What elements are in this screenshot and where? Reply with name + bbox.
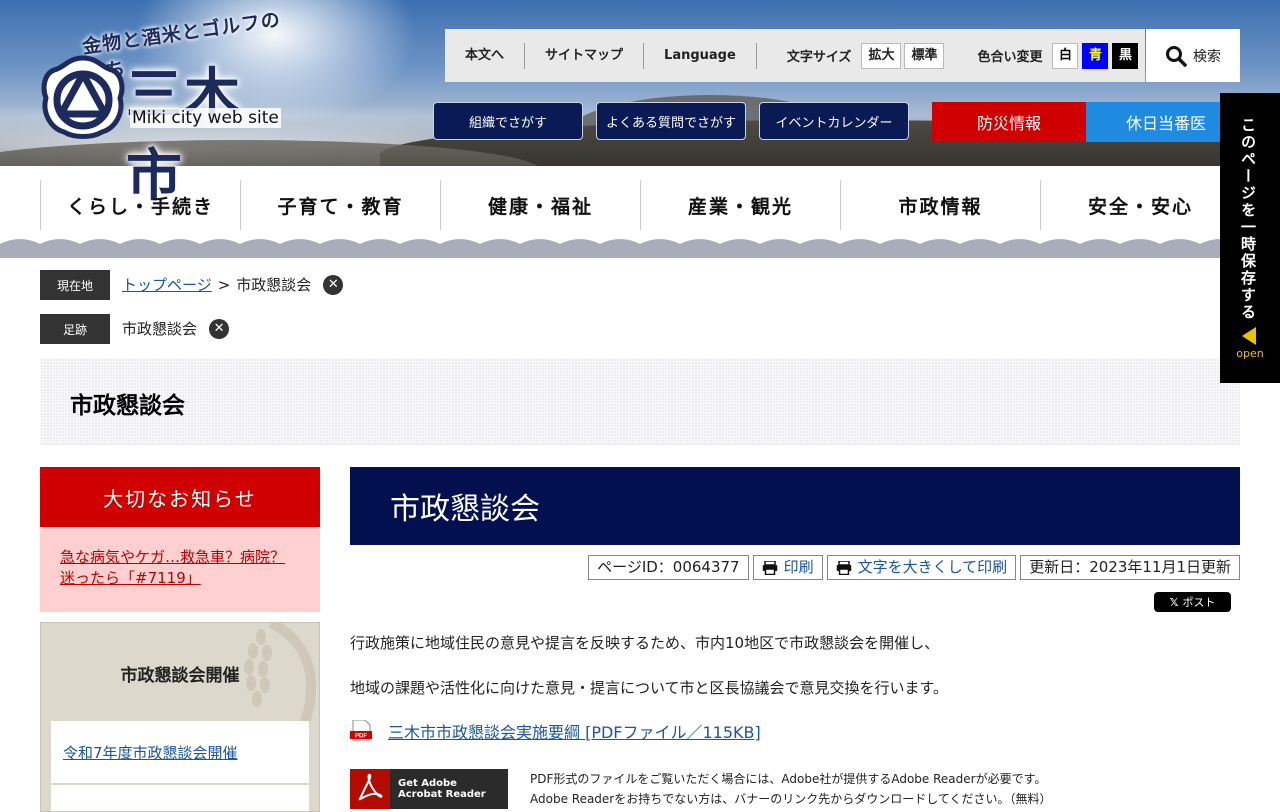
notice-link-line: 迷ったら「#7119」 <box>60 569 201 587</box>
footprint-item[interactable]: 市政懇談会 <box>122 318 197 339</box>
breadcrumb: トップページ > 市政懇談会 ✕ <box>122 274 344 295</box>
local-nav-item[interactable]: 令和7年度市政懇談会開催 <box>51 721 309 783</box>
x-logo-icon: 𝕏 <box>1169 595 1179 609</box>
breadcrumb-current-page: 市政懇談会 <box>236 276 312 294</box>
pdf-note: PDF形式のファイルをご覧いただく場合には、Adobe社が提供するAdobe R… <box>530 772 1047 786</box>
get-acrobat-banner[interactable]: Get Adobe Acrobat Reader <box>350 769 508 809</box>
wave-divider <box>0 239 1280 258</box>
gnav-item-childcare[interactable]: 子育て・教育 <box>240 180 440 230</box>
city-emblem-icon <box>41 55 125 139</box>
pdf-link[interactable]: 三木市市政懇談会実施要綱 [PDFファイル／115KB] <box>388 719 761 743</box>
updated-date: 更新日：2023年11月1日更新 <box>1020 555 1240 580</box>
pdf-file-icon: PDF <box>350 720 372 741</box>
color-black-button[interactable]: 黒 <box>1112 42 1139 69</box>
color-white-button[interactable]: 白 <box>1052 42 1079 69</box>
global-nav: くらし・手続き 子育て・教育 健康・福祉 産業・観光 市政情報 安全・安心 <box>40 180 1240 230</box>
footprint-label: 足跡 <box>40 314 110 344</box>
save-page-tab-open: open <box>1236 347 1264 360</box>
sitemap-link[interactable]: サイトマップ <box>525 42 645 69</box>
arrow-left-icon <box>1242 327 1256 345</box>
font-size-enlarge-button[interactable]: 拡大 <box>861 42 902 69</box>
local-nav-link[interactable]: 令和7年度市政懇談会開催 <box>63 742 238 763</box>
skip-to-content-link[interactable]: 本文へ <box>445 42 526 69</box>
x-post-label: ポスト <box>1182 596 1216 609</box>
page-id: ページID：0064377 <box>588 555 749 580</box>
breadcrumb-current-label: 現在地 <box>40 270 110 300</box>
save-page-tab[interactable]: このページを一時保存する open <box>1220 93 1280 383</box>
print-link[interactable]: 印刷 <box>784 556 814 579</box>
acrobat-logo-icon <box>350 769 390 809</box>
local-nav-item <box>51 785 309 811</box>
page-title: 市政懇談会 <box>70 393 185 419</box>
close-icon[interactable]: ✕ <box>209 318 230 339</box>
pdf-attachment: PDF 三木市市政懇談会実施要綱 [PDFファイル／115KB] <box>350 719 761 743</box>
gnav-item-safety[interactable]: 安全・安心 <box>1040 180 1240 230</box>
find-by-organization-button[interactable]: 組織でさがす <box>433 102 583 140</box>
print-button[interactable]: 印刷 <box>752 555 823 580</box>
gnav-item-city-info[interactable]: 市政情報 <box>840 180 1040 230</box>
acrobat-banner-line: Acrobat Reader <box>398 789 486 800</box>
language-link[interactable]: Language <box>644 42 757 69</box>
gnav-item-industry[interactable]: 産業・観光 <box>640 180 840 230</box>
breadcrumb-home-link[interactable]: トップページ <box>122 274 212 295</box>
important-notice-heading: 大切なお知らせ <box>40 467 320 527</box>
pdf-note: Adobe Readerをお持ちでない方は、バナーのリンク先からダウンロードして… <box>530 792 1052 806</box>
content-heading: 市政懇談会 <box>350 467 1240 545</box>
search-label: 検索 <box>1193 48 1221 65</box>
acrobat-banner-line: Get Adobe <box>398 778 457 789</box>
search-icon <box>1166 45 1187 67</box>
local-nav-title: 市政懇談会開催 <box>120 666 240 686</box>
event-calendar-button[interactable]: イベントカレンダー <box>759 102 909 140</box>
font-size-standard-button[interactable]: 標準 <box>904 42 945 69</box>
color-blue-button[interactable]: 青 <box>1082 42 1109 69</box>
logo-subtitle: Miki city web site <box>130 108 281 128</box>
notice-link-7119[interactable]: 急な病気やケガ…救急車？病院？ 迷ったら「#7119」 <box>60 548 285 587</box>
local-nav: 市政懇談会開催 令和7年度市政懇談会開催 <box>40 622 320 812</box>
search-button[interactable]: 検索 <box>1146 29 1240 82</box>
svg-text:PDF: PDF <box>355 734 367 740</box>
important-notice-body: 急な病気やケガ…救急車？病院？ 迷ったら「#7119」 <box>40 527 320 612</box>
utility-bar: 本文へ サイトマップ Language 文字サイズ 拡大 標準 色合い変更 白 … <box>445 29 1145 82</box>
title-band: 市政懇談会 <box>40 358 1240 446</box>
color-change-label: 色合い変更 <box>977 50 1043 65</box>
body-paragraph: 地域の課題や活性化に向けた意見・提言について市と区長協議会で意見交換を行います。 <box>350 679 949 697</box>
body-paragraph: 行政施策に地域住民の意見や提言を反映するため、市内10地区で市政懇談会を開催し、 <box>350 634 940 652</box>
site-logo[interactable]: 金物と酒米とゴルフのまち 三木市 Miki city web site <box>40 9 290 209</box>
footprint-trail: 市政懇談会 ✕ <box>122 318 230 339</box>
print-large-link[interactable]: 文字を大きくして印刷 <box>858 556 1008 579</box>
notice-link-line: 急な病気やケガ…救急車？病院？ <box>60 548 286 566</box>
disaster-info-button[interactable]: 防災情報 <box>932 102 1086 142</box>
find-by-faq-button[interactable]: よくある質問でさがす <box>596 102 746 140</box>
breadcrumb-separator: > <box>217 275 231 294</box>
save-page-tab-label: このページを一時保存する <box>1239 117 1257 321</box>
printer-icon <box>762 560 777 575</box>
print-large-button[interactable]: 文字を大きくして印刷 <box>826 555 1017 580</box>
gnav-item-health[interactable]: 健康・福祉 <box>440 180 640 230</box>
gnav-item-life[interactable]: くらし・手続き <box>40 180 240 230</box>
x-post-button[interactable]: 𝕏 ポスト <box>1154 592 1231 612</box>
printer-icon <box>836 560 851 575</box>
page-meta: ページID：0064377 印刷 文字を大きくして印刷 更新日：2023年11月… <box>588 555 1240 580</box>
font-size-label: 文字サイズ <box>786 50 852 65</box>
close-icon[interactable]: ✕ <box>323 274 344 295</box>
acrobat-banner-text: Get Adobe Acrobat Reader <box>398 778 486 800</box>
